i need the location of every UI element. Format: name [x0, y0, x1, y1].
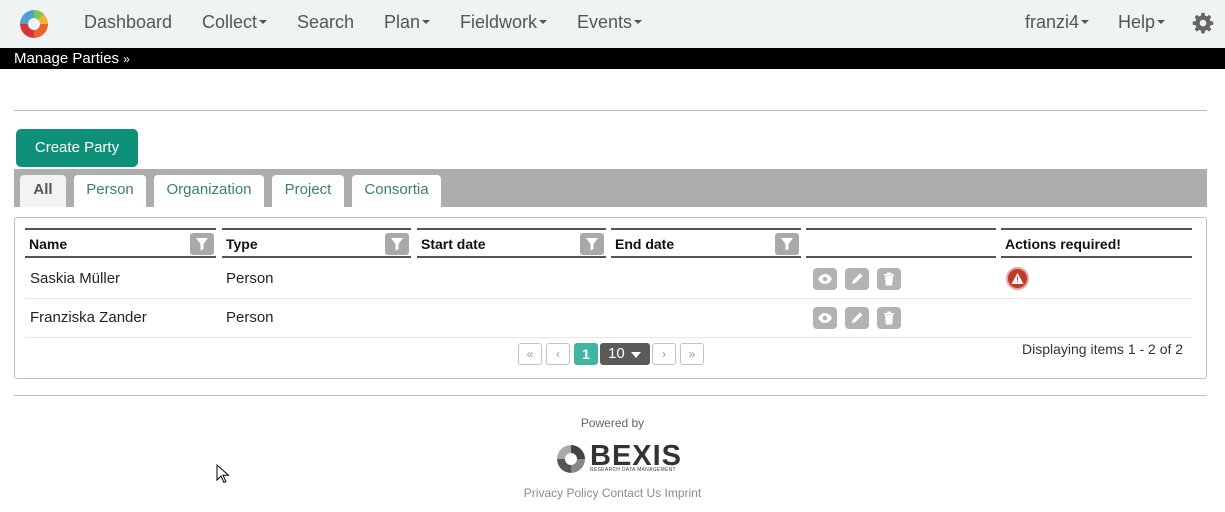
pager-last-button[interactable]: » [680, 343, 704, 365]
nav-search[interactable]: Search [297, 12, 354, 33]
column-header-name[interactable]: Name [25, 228, 216, 258]
caret-down-icon [1157, 20, 1166, 25]
bexis-mark-icon [557, 445, 585, 473]
delete-button[interactable] [877, 268, 901, 290]
cell-type: Person [226, 270, 274, 287]
page-size-select[interactable]: 10 [600, 343, 650, 365]
divider [14, 395, 1207, 396]
column-header-type[interactable]: Type [222, 228, 411, 258]
create-party-button[interactable]: Create Party [16, 129, 138, 167]
pager-info: Displaying items 1 - 2 of 2 [1022, 341, 1184, 357]
nav-plan[interactable]: Plan [384, 12, 431, 33]
mouse-cursor-icon [216, 464, 230, 484]
manage-parties-menu[interactable]: Manage Parties» [14, 50, 130, 67]
nav-dashboard[interactable]: Dashboard [84, 12, 172, 33]
delete-button[interactable] [877, 307, 901, 329]
top-navbar: Dashboard Collect Search Plan Fieldwork … [0, 0, 1225, 48]
warning-icon[interactable] [1006, 267, 1029, 290]
filter-icon[interactable] [775, 233, 799, 255]
edit-button[interactable] [845, 268, 869, 290]
brand-subtitle: RESEARCH DATA MANAGEMENT [590, 467, 676, 473]
column-header-actions [806, 228, 996, 258]
tab-project[interactable]: Project [272, 175, 344, 207]
nav-fieldwork[interactable]: Fieldwork [460, 12, 548, 33]
tab-organization[interactable]: Organization [154, 175, 264, 207]
footer-links: Privacy Policy Contact Us Imprint [0, 486, 1225, 500]
tab-consortia[interactable]: Consortia [352, 175, 441, 207]
help-menu[interactable]: Help [1118, 12, 1166, 33]
eye-icon [818, 274, 832, 284]
pencil-icon [852, 312, 863, 323]
powered-by-label: Powered by [580, 416, 645, 430]
tab-all[interactable]: All [20, 175, 66, 207]
tab-person[interactable]: Person [74, 175, 146, 207]
row-divider [25, 298, 1192, 299]
filter-icon[interactable] [385, 233, 409, 255]
filter-icon[interactable] [190, 233, 214, 255]
trash-icon [884, 311, 894, 325]
caret-down-icon [634, 20, 643, 25]
column-header-end-date[interactable]: End date [611, 228, 801, 258]
imprint-link[interactable]: Imprint [665, 486, 702, 500]
pager-prev-button[interactable]: ‹ [546, 343, 570, 365]
pager-first-button[interactable]: « [518, 343, 542, 365]
filter-icon[interactable] [580, 233, 604, 255]
cell-type: Person [226, 309, 274, 326]
row-divider [25, 337, 1192, 338]
eye-icon [818, 313, 832, 323]
pager-current-page[interactable]: 1 [574, 343, 598, 365]
contact-us-link[interactable]: Contact Us [602, 486, 661, 500]
sub-menu-bar: Manage Parties» [0, 48, 1225, 69]
caret-down-icon [422, 20, 431, 25]
caret-down-icon [1081, 20, 1090, 25]
nav-collect[interactable]: Collect [202, 12, 268, 33]
privacy-policy-link[interactable]: Privacy Policy [524, 486, 599, 500]
view-button[interactable] [813, 307, 837, 329]
caret-down-icon [259, 20, 268, 25]
view-button[interactable] [813, 268, 837, 290]
nav-events[interactable]: Events [577, 12, 643, 33]
cell-name: Franziska Zander [30, 309, 147, 326]
pager-next-button[interactable]: › [652, 343, 676, 365]
trash-icon [884, 272, 894, 286]
double-chevron-down-icon: » [123, 52, 130, 66]
caret-down-icon [631, 352, 641, 358]
divider [14, 110, 1207, 111]
column-header-actions-required[interactable]: Actions required! [1001, 228, 1192, 258]
edit-button[interactable] [845, 307, 869, 329]
column-header-start-date[interactable]: Start date [417, 228, 606, 258]
bexis-logo[interactable]: BEXIS RESEARCH DATA MANAGEMENT [556, 440, 681, 475]
party-type-tabs: All Person Organization Project Consorti… [14, 169, 1207, 207]
pencil-icon [852, 273, 863, 284]
caret-down-icon [539, 20, 548, 25]
user-menu[interactable]: franzi4 [1025, 12, 1090, 33]
app-logo[interactable] [18, 8, 50, 40]
gear-icon[interactable] [1192, 12, 1214, 34]
cell-name: Saskia Müller [30, 270, 121, 287]
